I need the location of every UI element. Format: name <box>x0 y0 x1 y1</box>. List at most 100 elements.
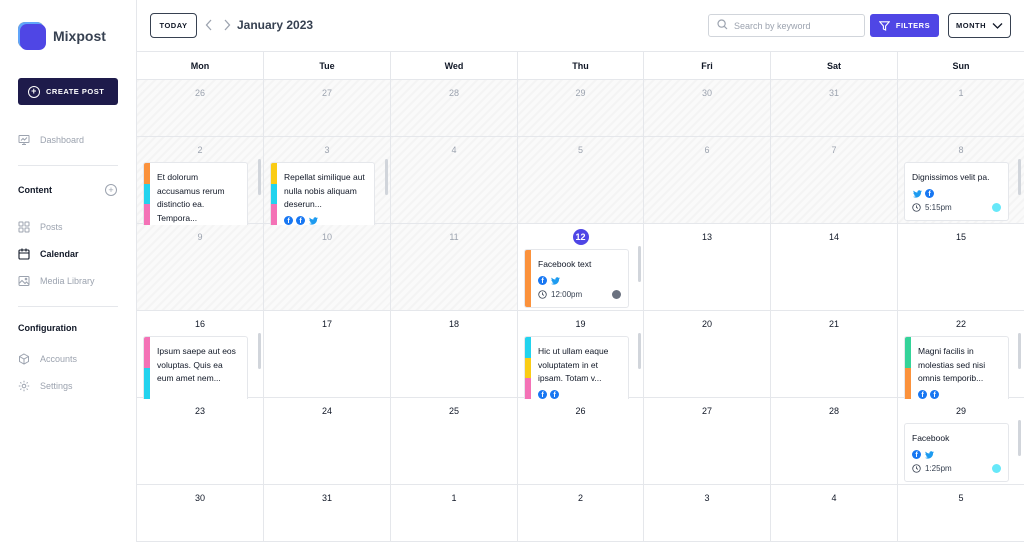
post-card[interactable]: Hic ut ullam eaque voluptatem in et ipsa… <box>524 336 629 399</box>
search-input[interactable] <box>734 20 854 31</box>
logo[interactable]: Mixpost <box>18 22 106 50</box>
facebook-icon: f <box>284 216 293 225</box>
facebook-icon: f <box>912 450 921 459</box>
day-cell[interactable]: 25 <box>391 398 518 485</box>
cell-scrollbar[interactable] <box>638 246 641 282</box>
day-number: 12 <box>572 229 589 245</box>
sidebar-item-settings[interactable]: Settings <box>18 380 73 392</box>
post-card[interactable]: Dignissimos velit pa. f 5:15pm <box>904 162 1009 221</box>
sidebar-item-accounts[interactable]: Accounts <box>18 353 77 365</box>
day-number: 26 <box>194 88 205 98</box>
weekday-header: Sun <box>898 52 1024 80</box>
post-color-stripe <box>525 337 531 399</box>
day-cell[interactable]: 10 <box>264 224 391 311</box>
day-number: 1 <box>451 493 457 503</box>
cell-scrollbar[interactable] <box>385 159 388 195</box>
day-number: 9 <box>197 232 203 242</box>
cell-scrollbar[interactable] <box>1018 333 1021 369</box>
day-cell[interactable]: 7 <box>771 137 898 224</box>
sidebar-item-media-library[interactable]: Media Library <box>18 275 95 287</box>
sidebar-item-calendar[interactable]: Calendar <box>18 248 79 260</box>
day-number: 28 <box>448 88 459 98</box>
day-cell[interactable]: 3 <box>644 485 771 542</box>
day-cell[interactable]: 26 <box>137 80 264 137</box>
day-cell[interactable]: 21 <box>771 311 898 398</box>
post-card[interactable]: Facebook text f 12:00pm <box>524 249 629 308</box>
day-cell[interactable]: 30 <box>137 485 264 542</box>
day-number: 25 <box>448 406 459 416</box>
day-cell[interactable]: 14 <box>771 224 898 311</box>
day-number: 11 <box>449 232 459 242</box>
cell-scrollbar[interactable] <box>1018 159 1021 195</box>
facebook-icon: f <box>550 390 559 399</box>
day-cell[interactable]: 5 <box>898 485 1024 542</box>
sidebar-item-posts[interactable]: Posts <box>18 221 63 233</box>
search-box[interactable] <box>708 14 865 37</box>
day-cell[interactable]: 23 <box>137 398 264 485</box>
day-number: 22 <box>955 319 966 329</box>
calendar-icon <box>18 248 30 260</box>
day-cell[interactable]: 2 <box>518 485 644 542</box>
chevron-left-icon[interactable] <box>202 17 216 33</box>
view-select[interactable]: MONTH <box>948 13 1011 38</box>
post-color-stripe <box>905 337 911 399</box>
day-number: 18 <box>448 319 459 329</box>
day-number: 31 <box>321 493 332 503</box>
day-cell[interactable]: 18 <box>391 311 518 398</box>
section-title-configuration: Configuration <box>18 323 77 333</box>
weekday-header: Mon <box>137 52 264 80</box>
day-cell[interactable]: 30 <box>644 80 771 137</box>
day-cell[interactable]: 20 <box>644 311 771 398</box>
post-card[interactable]: Facebook f 1:25pm <box>904 423 1009 482</box>
post-card[interactable]: Ipsum saepe aut eos voluptas. Quis ea eu… <box>143 336 248 399</box>
day-number: 13 <box>701 232 712 242</box>
day-cell[interactable]: 17 <box>264 311 391 398</box>
today-button[interactable]: TODAY <box>150 13 197 38</box>
day-cell[interactable]: 28 <box>391 80 518 137</box>
day-cell[interactable]: 11 <box>391 224 518 311</box>
day-cell[interactable]: 4 <box>771 485 898 542</box>
cell-scrollbar[interactable] <box>638 333 641 369</box>
post-text: Magni facilis in molestias sed nisi omni… <box>918 346 986 383</box>
cell-scrollbar[interactable] <box>258 333 261 369</box>
day-number: 3 <box>704 493 710 503</box>
day-cell[interactable]: 5 <box>518 137 644 224</box>
post-text: Et dolorum accusamus rerum distinctio ea… <box>157 172 225 223</box>
sidebar-item-label: Media Library <box>40 276 95 286</box>
day-cell[interactable]: 26 <box>518 398 644 485</box>
day-cell[interactable]: 4 <box>391 137 518 224</box>
day-cell[interactable]: 31 <box>771 80 898 137</box>
post-card[interactable]: Et dolorum accusamus rerum distinctio ea… <box>143 162 248 225</box>
cell-scrollbar[interactable] <box>258 159 261 195</box>
day-cell[interactable]: 6 <box>644 137 771 224</box>
day-cell[interactable]: 1 <box>391 485 518 542</box>
image-icon <box>18 275 30 287</box>
day-cell[interactable]: 1 <box>898 80 1024 137</box>
post-time-label: 1:25pm <box>925 464 952 473</box>
day-cell[interactable]: 28 <box>771 398 898 485</box>
logo-icon <box>18 22 46 50</box>
day-cell[interactable]: 27 <box>644 398 771 485</box>
add-content-icon[interactable]: + <box>105 184 117 196</box>
day-cell[interactable]: 13 <box>644 224 771 311</box>
day-cell[interactable]: 27 <box>264 80 391 137</box>
twitter-icon <box>924 450 934 459</box>
status-dot <box>992 203 1001 212</box>
day-cell[interactable]: 29 <box>518 80 644 137</box>
cell-scrollbar[interactable] <box>1018 420 1021 456</box>
sidebar-item-dashboard[interactable]: Dashboard <box>18 134 84 146</box>
filters-button[interactable]: FILTERS <box>870 14 939 37</box>
post-text: Facebook <box>912 433 950 443</box>
chevron-right-icon[interactable] <box>220 17 234 33</box>
day-cell[interactable]: 24 <box>264 398 391 485</box>
create-post-button[interactable]: + CREATE POST <box>18 78 118 105</box>
twitter-icon <box>550 276 560 285</box>
day-number: 29 <box>575 88 586 98</box>
post-card[interactable]: Magni facilis in molestias sed nisi omni… <box>904 336 1009 399</box>
post-card[interactable]: Repellat similique aut nulla nobis aliqu… <box>270 162 375 225</box>
day-cell[interactable]: 9 <box>137 224 264 311</box>
day-number: 16 <box>194 319 205 329</box>
day-cell[interactable]: 31 <box>264 485 391 542</box>
day-number: 1 <box>958 88 964 98</box>
day-cell[interactable]: 15 <box>898 224 1024 311</box>
